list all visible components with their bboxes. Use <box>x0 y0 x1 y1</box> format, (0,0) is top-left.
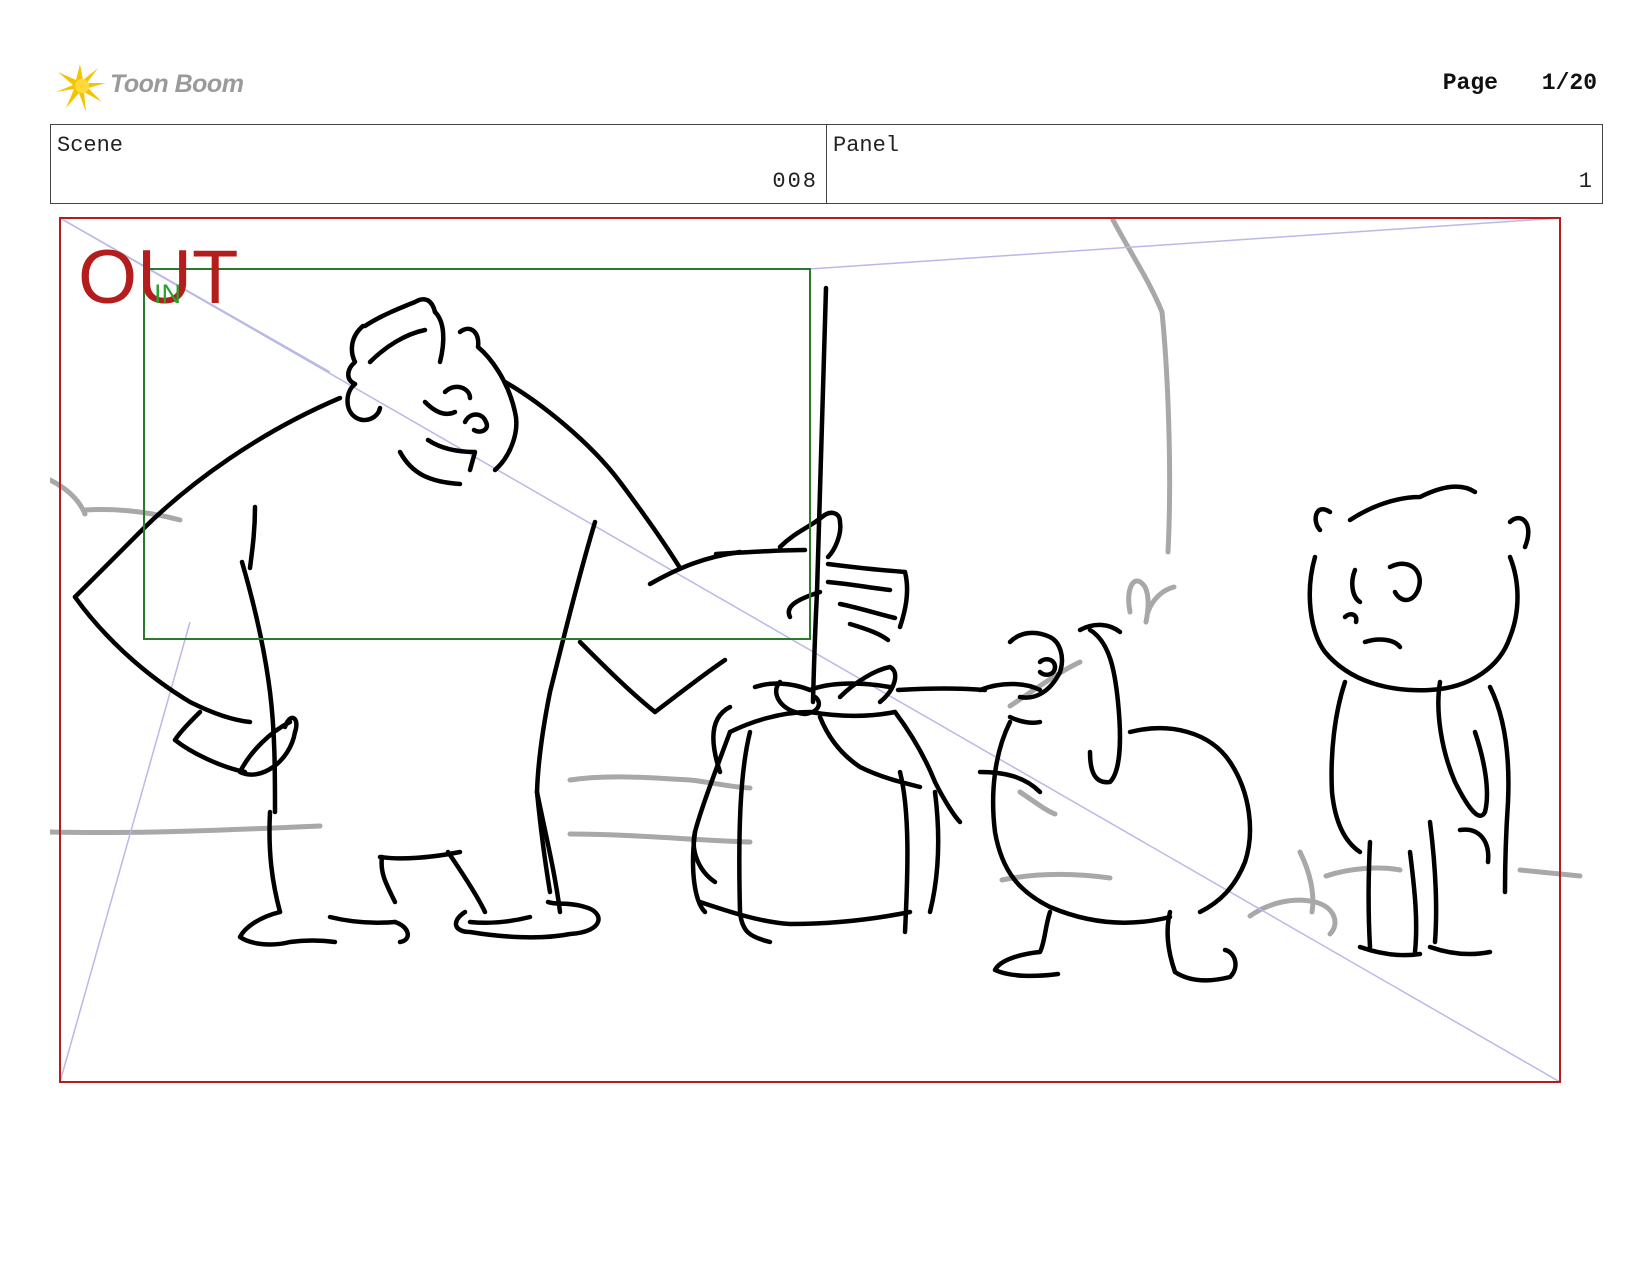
panel-label: Panel <box>833 133 900 158</box>
page-number: 1/20 <box>1541 70 1597 96</box>
page-label: Page <box>1442 70 1498 96</box>
scene-number: 008 <box>772 169 818 194</box>
scene-label: Scene <box>57 133 124 158</box>
panel-cell: Panel 1 <box>826 125 1602 203</box>
background-sketch <box>50 217 1583 937</box>
starburst-icon <box>56 64 106 112</box>
storyboard-panel <box>50 217 1583 1083</box>
scene-cell: Scene 008 <box>51 125 826 203</box>
logo-text: Toon Boom <box>110 70 244 98</box>
page-indicator: Page 1/20 <box>1443 70 1597 96</box>
scene-panel-table: Scene 008 Panel 1 <box>50 124 1603 204</box>
toon-boom-logo: Toon Boom <box>52 58 262 116</box>
in-frame-label: IN <box>154 279 181 309</box>
panel-number: 1 <box>1578 169 1594 194</box>
